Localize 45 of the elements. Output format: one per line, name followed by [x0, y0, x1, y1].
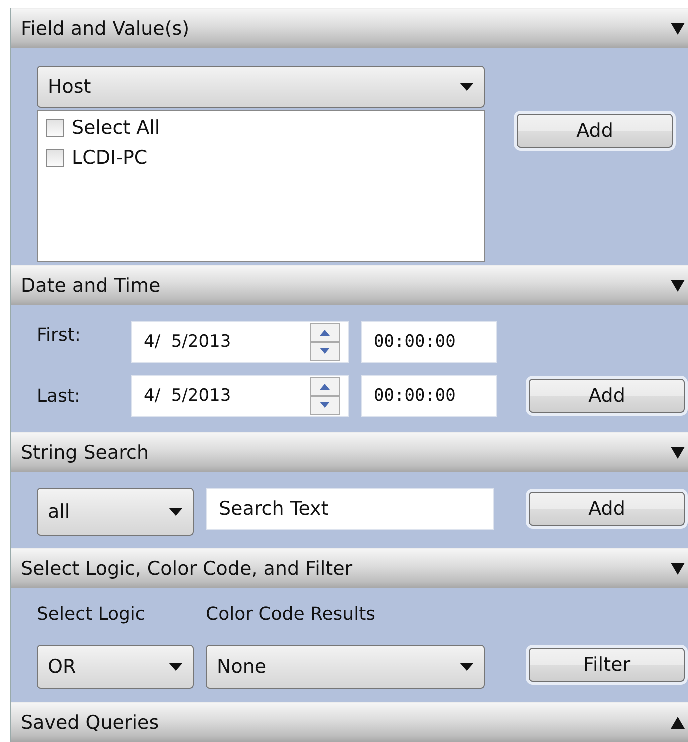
time-field[interactable]: 00:00:00	[361, 375, 497, 417]
section-header[interactable]: Saved Queries	[11, 702, 688, 742]
dropdown-value: None	[217, 656, 267, 678]
date-label: Last:	[37, 386, 82, 406]
color-code-label: Color Code Results	[206, 604, 377, 627]
section-title: Date and Time	[21, 274, 161, 296]
collapse-icon[interactable]	[671, 22, 685, 36]
dropdown-value: all	[48, 501, 70, 523]
caret-icon	[460, 83, 474, 91]
collapse-icon[interactable]	[671, 562, 685, 576]
date-label: First:	[37, 324, 82, 346]
logic-label: Select Logic	[36, 604, 146, 627]
caret-icon	[460, 662, 474, 670]
section-header[interactable]: Select Logic, Color Code, and Filter	[11, 548, 688, 588]
color-code-dropdown[interactable]: None	[206, 644, 485, 688]
section-header[interactable]: Date and Time	[11, 265, 688, 305]
mode-dropdown[interactable]: all	[37, 488, 194, 536]
checkbox[interactable]	[46, 119, 64, 137]
checkbox-label: LCDI-PC	[72, 147, 148, 169]
date-field[interactable]: 4/ 5/2013	[131, 321, 349, 363]
caret-icon	[169, 662, 183, 670]
section-title: String Search	[21, 442, 150, 464]
section-header[interactable]: Field and Value(s)	[11, 8, 688, 48]
section-header[interactable]: String Search	[11, 432, 688, 472]
add-button[interactable]: Add	[517, 114, 673, 148]
checkbox-label: Select All	[72, 117, 160, 139]
logic-dropdown[interactable]: OR	[37, 644, 194, 688]
section-title: Select Logic, Color Code, and Filter	[21, 558, 353, 580]
field-dropdown[interactable]: Host	[37, 66, 485, 108]
spinner-icon[interactable]	[310, 377, 340, 415]
checkbox[interactable]	[46, 149, 64, 167]
add-button[interactable]: Add	[529, 492, 685, 526]
date-field[interactable]: 4/ 5/2013	[131, 375, 349, 417]
add-button[interactable]: Add	[529, 379, 685, 413]
section-title: Saved Queries	[21, 712, 160, 734]
caret-icon	[169, 508, 183, 516]
collapse-icon[interactable]	[671, 446, 685, 460]
search-field[interactable]: Search Text	[206, 488, 494, 530]
dropdown-value: Host	[48, 76, 92, 98]
expand-icon[interactable]	[671, 716, 685, 730]
time-field[interactable]: 00:00:00	[361, 321, 497, 363]
collapse-icon[interactable]	[671, 278, 685, 292]
section-title: Field and Value(s)	[21, 18, 190, 40]
spinner-icon[interactable]	[310, 323, 340, 361]
dropdown-value: OR	[48, 656, 76, 678]
